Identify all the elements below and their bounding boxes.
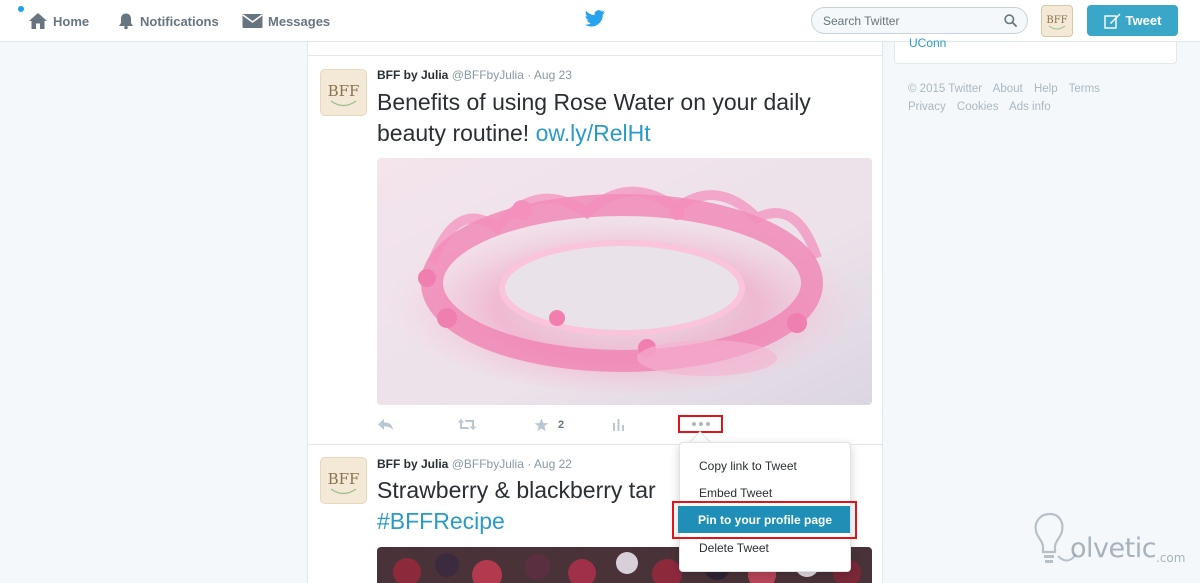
trend-item[interactable]: UConn (909, 36, 946, 50)
footer-link-privacy[interactable]: Privacy (908, 101, 946, 113)
tweet-separator-dot: · (527, 457, 532, 471)
account-avatar[interactable]: BFF (1041, 5, 1073, 37)
tweet-author-name[interactable]: BFF by Julia (377, 457, 448, 471)
footer-link-about[interactable]: About (993, 83, 1023, 95)
nav-messages[interactable]: Messages (242, 0, 330, 42)
tweet-link[interactable]: ow.ly/RelHt (536, 120, 651, 146)
tweet-timestamp[interactable]: Aug 23 (534, 68, 572, 82)
nav-notifications[interactable]: Notifications (117, 0, 219, 42)
twitter-bird-logo[interactable] (584, 10, 606, 28)
water-splash-image (377, 158, 872, 405)
footer-link-ads-info[interactable]: Ads info (1009, 101, 1051, 113)
tweet-timestamp[interactable]: Aug 22 (534, 457, 572, 471)
compose-tweet-button[interactable]: Tweet (1087, 5, 1178, 36)
svg-text:BFF: BFF (328, 470, 360, 488)
footer-link-terms[interactable]: Terms (1069, 83, 1100, 95)
tweet-separator-dot: · (527, 68, 532, 82)
quill-icon (1103, 13, 1121, 29)
envelope-icon (242, 14, 263, 28)
footer-line: © 2015 Twitter About Help Terms (908, 80, 1168, 98)
compose-tweet-label: Tweet (1125, 13, 1162, 28)
more-dot (691, 422, 696, 426)
tweet-header: BFF by Julia @BFFbyJulia · Aug 22 (377, 457, 572, 471)
star-icon (534, 418, 549, 432)
tweet-media-image[interactable] (377, 158, 872, 405)
home-icon (29, 13, 47, 29)
nav-home[interactable]: Home (28, 0, 89, 42)
reply-icon (378, 419, 393, 430)
tweet-author-handle[interactable]: @BFFbyJulia (452, 457, 524, 471)
nav-home-label: Home (53, 13, 90, 29)
bff-avatar-icon: BFF (328, 82, 360, 107)
analytics-button[interactable] (612, 418, 625, 431)
more-dot (698, 422, 703, 426)
retweet-icon (457, 419, 477, 430)
footer-links: © 2015 Twitter About Help Terms Privacy … (908, 80, 1168, 116)
menu-item-delete-tweet[interactable]: Delete Tweet (699, 541, 769, 555)
search-box[interactable] (811, 7, 1028, 34)
bff-avatar-icon: BFF (328, 470, 360, 495)
watermark-suffix: .com (1156, 551, 1186, 565)
nav-messages-label: Messages (268, 13, 331, 29)
footer-copyright: © 2015 Twitter (908, 83, 983, 95)
bar-chart-icon (613, 419, 624, 431)
menu-item-copy-link[interactable]: Copy link to Tweet (699, 459, 797, 473)
more-dot (705, 422, 710, 426)
footer-link-help[interactable]: Help (1034, 83, 1058, 95)
tweet-author-name[interactable]: BFF by Julia (377, 68, 448, 82)
tweet-item[interactable]: BFF BFF by Julia @BFFbyJulia · Aug 23 Be… (308, 56, 882, 444)
menu-item-embed-tweet[interactable]: Embed Tweet (699, 486, 772, 500)
tweet-avatar[interactable]: BFF (320, 457, 367, 504)
svg-text:BFF: BFF (328, 82, 360, 100)
search-input[interactable] (823, 13, 993, 28)
nav-notifications-label: Notifications (140, 13, 219, 29)
search-icon[interactable] (1004, 14, 1017, 27)
bell-icon (119, 13, 133, 30)
favorite-button[interactable]: 2 (534, 418, 564, 432)
footer-line: Privacy Cookies Ads info (908, 98, 1168, 116)
bff-avatar-icon: BFF (1046, 15, 1068, 30)
tweet-header: BFF by Julia @BFFbyJulia · Aug 23 (377, 68, 572, 82)
svg-text:BFF: BFF (1046, 15, 1067, 26)
tweet-avatar[interactable]: BFF (320, 69, 367, 116)
highlight-outline (672, 501, 857, 539)
tweet-text: Benefits of using Rose Water on your dai… (377, 87, 877, 149)
favorite-count: 2 (558, 419, 565, 431)
tweet-author-handle[interactable]: @BFFbyJulia (452, 68, 524, 82)
trends-card: UConn (894, 36, 1177, 64)
new-activity-dot (18, 6, 24, 12)
reply-button[interactable] (377, 418, 394, 431)
top-navigation-bar: Home Notifications Messages BFF (0, 0, 1200, 42)
watermark-text: olvetic (1070, 533, 1157, 564)
retweet-button[interactable] (457, 418, 477, 431)
more-options-button[interactable] (678, 415, 723, 433)
footer-link-cookies[interactable]: Cookies (957, 101, 999, 113)
tweet-actions: 2 (377, 415, 777, 438)
